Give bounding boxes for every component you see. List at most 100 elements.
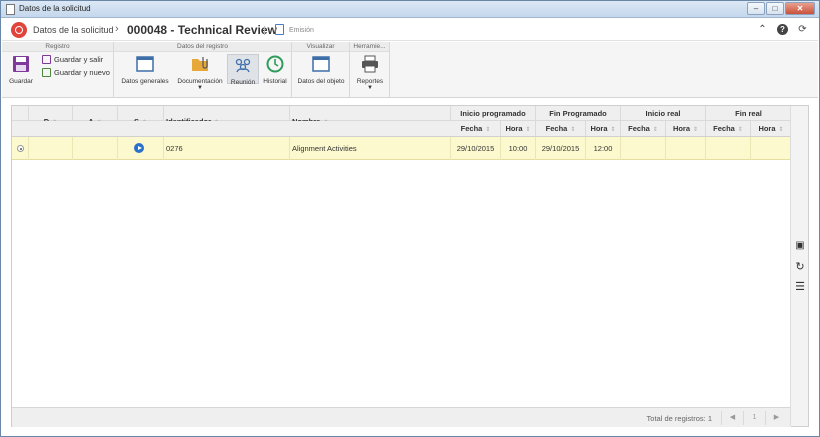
column-header-inicio-real-fecha[interactable]: Fecha ⇕ xyxy=(621,121,666,136)
reports-button[interactable]: Reportes ▼ xyxy=(354,54,386,91)
meeting-button[interactable]: Reunión xyxy=(227,54,259,86)
printer-icon xyxy=(362,55,378,73)
refresh-grid-icon[interactable]: ↻ xyxy=(794,261,806,273)
status-play-icon xyxy=(134,143,144,153)
sort-icon: ⇕ xyxy=(485,127,491,133)
cell-fin-prog-fecha: 29/10/2015 xyxy=(536,137,586,160)
status-label: Emisión xyxy=(289,27,314,34)
save-button[interactable]: Guardar xyxy=(8,54,34,85)
object-data-label: Datos del objeto xyxy=(297,78,345,85)
save-and-exit-button[interactable]: Guardar y salir xyxy=(42,55,103,64)
ribbon-group-registro: Registro Guardar Guardar y salir Guardar… xyxy=(2,42,114,98)
ribbon-toolbar: Registro Guardar Guardar y salir Guardar… xyxy=(2,42,818,98)
cell-nombre: Alignment Activities xyxy=(290,137,451,160)
group-title: Visualizar xyxy=(292,42,349,52)
select-column-header xyxy=(12,106,29,120)
page-header: Datos de la solicitud › 000048 - Technic… xyxy=(2,19,818,41)
column-list-icon[interactable]: ☰ xyxy=(794,281,806,293)
hora-label: Hora xyxy=(505,124,523,133)
sort-icon: ⇕ xyxy=(737,127,743,133)
cell-inicio-prog-hora: 10:00 xyxy=(501,137,536,160)
history-button[interactable]: Historial xyxy=(261,54,289,85)
general-data-button[interactable]: Datos generales xyxy=(118,54,172,85)
breadcrumb-root[interactable]: Datos de la solicitud xyxy=(33,25,114,35)
cell-fin-real-hora xyxy=(751,137,791,160)
fecha-label: Fecha xyxy=(628,124,650,133)
table-header-groups: D⇕ A⇕ S⇕ Identificador⇕ Nombre⇕ Inicio p… xyxy=(12,106,791,137)
history-label: Historial xyxy=(263,78,287,85)
ribbon-group-datos-registro: Datos del registro Datos generales Docum… xyxy=(114,42,292,98)
header-actions: ⌃ ? ⟳ xyxy=(757,24,808,35)
ribbon-group-herramientas: Herramie... Reportes ▼ xyxy=(350,42,390,98)
table-header-subcolumns: Fecha ⇕ Hora ⇕ Fecha ⇕ Hora ⇕ Fecha ⇕ Hora ⇕ F… xyxy=(12,121,791,137)
group-title: Registro xyxy=(2,42,113,52)
folder-clip-icon xyxy=(192,57,208,71)
app-logo-icon xyxy=(11,22,27,38)
hora-label: Hora xyxy=(590,124,608,133)
next-page-icon[interactable]: ▶ xyxy=(765,411,787,425)
save-exit-icon xyxy=(42,55,51,64)
cell-inicio-prog-fecha: 29/10/2015 xyxy=(451,137,501,160)
save-and-new-button[interactable]: Guardar y nuevo xyxy=(42,68,110,77)
ribbon-group-visualizar: Visualizar Datos del objeto xyxy=(292,42,350,98)
cell-d xyxy=(29,137,73,160)
previous-page-icon[interactable]: ◀ xyxy=(721,411,743,425)
cell-inicio-real-fecha xyxy=(621,137,666,160)
meetings-grid-panel: D⇕ A⇕ S⇕ Identificador⇕ Nombre⇕ Inicio p… xyxy=(11,105,809,427)
cell-inicio-real-hora xyxy=(666,137,706,160)
general-data-label: Datos generales xyxy=(121,78,169,85)
save-icon xyxy=(13,56,29,72)
documentation-label: Documentación xyxy=(177,78,223,85)
group-header-fin-programado: Fin Programado xyxy=(536,106,621,120)
save-and-new-label: Guardar y nuevo xyxy=(54,68,110,77)
table-row[interactable]: 0276 Alignment Activities 29/10/2015 10:… xyxy=(12,137,791,160)
column-header-inicio-real-hora[interactable]: Hora ⇕ xyxy=(666,121,706,136)
row-radio[interactable] xyxy=(17,145,24,152)
object-window-icon xyxy=(312,56,330,72)
object-data-button[interactable]: Datos del objeto xyxy=(296,54,346,85)
column-header-fin-prog-fecha[interactable]: Fecha ⇕ xyxy=(536,121,586,136)
group-header-inicio-real: Inicio real xyxy=(621,106,706,120)
view-record-icon[interactable]: ▣ xyxy=(794,240,806,252)
dropdown-caret-icon: ▼ xyxy=(367,85,373,91)
current-page: 1 xyxy=(743,411,765,425)
save-label: Guardar xyxy=(9,78,33,85)
sort-icon: ⇕ xyxy=(778,127,784,133)
maximize-button[interactable]: □ xyxy=(766,2,784,15)
row-select-cell[interactable] xyxy=(12,137,29,160)
divider xyxy=(264,26,265,35)
fecha-label: Fecha xyxy=(713,124,735,133)
document-icon xyxy=(6,4,15,15)
issue-status-icon xyxy=(275,24,284,35)
hora-label: Hora xyxy=(672,124,691,133)
collapse-up-icon[interactable]: ⌃ xyxy=(757,24,768,35)
column-header-inicio-prog-fecha[interactable]: Fecha ⇕ xyxy=(451,121,501,136)
meeting-people-icon xyxy=(235,58,251,73)
group-title: Herramie... xyxy=(350,42,389,52)
total-records: Total de registros: 1 xyxy=(646,414,712,423)
column-header-fin-real-hora[interactable]: Hora ⇕ xyxy=(751,121,791,136)
sort-icon: ⇕ xyxy=(525,127,531,133)
sort-icon: ⇕ xyxy=(610,127,616,133)
application-window: Datos de la solicitud – □ ✕ Datos de la … xyxy=(0,0,820,437)
cell-fin-real-fecha xyxy=(706,137,751,160)
sort-icon: ⇕ xyxy=(652,127,658,133)
help-icon[interactable]: ? xyxy=(777,24,788,35)
column-header-fin-prog-hora[interactable]: Hora ⇕ xyxy=(586,121,621,136)
documentation-button[interactable]: Documentación ▼ xyxy=(174,54,226,91)
dropdown-caret-icon: ▼ xyxy=(197,85,203,91)
group-title: Datos del registro xyxy=(114,42,291,52)
grid-side-toolbar: ▣ ↻ ☰ xyxy=(790,106,808,426)
window-title: Datos de la solicitud xyxy=(19,4,91,13)
close-button[interactable]: ✕ xyxy=(785,2,815,15)
group-header-inicio-programado: Inicio programado xyxy=(451,106,536,120)
column-header-fin-real-fecha[interactable]: Fecha ⇕ xyxy=(706,121,751,136)
column-header-inicio-prog-hora[interactable]: Hora ⇕ xyxy=(501,121,536,136)
minimize-button[interactable]: – xyxy=(747,2,765,15)
title-bar: Datos de la solicitud – □ ✕ xyxy=(1,1,819,18)
save-new-icon xyxy=(42,68,51,77)
cell-fin-prog-hora: 12:00 xyxy=(586,137,621,160)
cell-a xyxy=(73,137,118,160)
hora-label: Hora xyxy=(758,124,776,133)
refresh-icon[interactable]: ⟳ xyxy=(797,24,808,35)
